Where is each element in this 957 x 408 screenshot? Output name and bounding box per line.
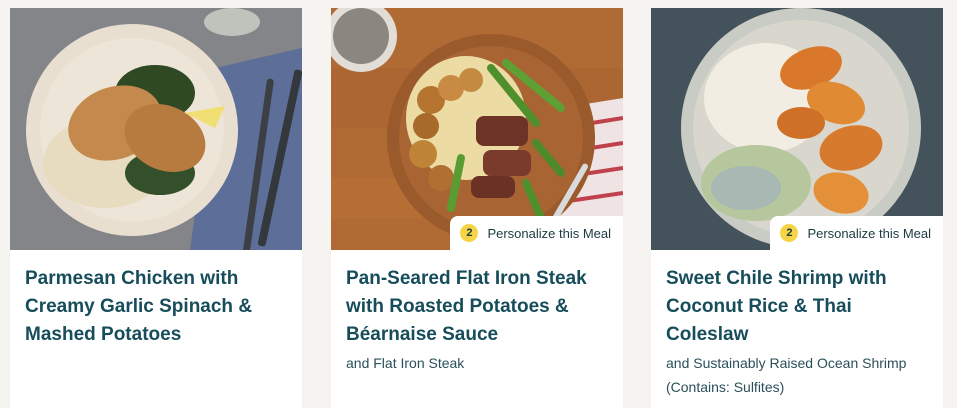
- personalize-meal-badge[interactable]: 2 Personalize this Meal: [450, 216, 623, 250]
- meal-title[interactable]: Parmesan Chicken with Creamy Garlic Spin…: [25, 265, 288, 349]
- personalize-meal-badge[interactable]: 2 Personalize this Meal: [770, 216, 943, 250]
- personalize-count-badge: 2: [780, 224, 799, 242]
- personalize-meal-label: Personalize this Meal: [487, 225, 611, 241]
- meal-title[interactable]: Sweet Chile Shrimp with Coconut Rice & T…: [666, 265, 929, 349]
- meal-subtitle: and Flat Iron Steak: [346, 355, 465, 371]
- meal-card-flat-iron-steak[interactable]: 2 Personalize this Meal Pan-Seared Flat …: [331, 8, 623, 408]
- meal-photo[interactable]: 2 Personalize this Meal: [651, 8, 943, 250]
- meal-card-parmesan-chicken[interactable]: Parmesan Chicken with Creamy Garlic Spin…: [10, 8, 302, 408]
- personalize-meal-label: Personalize this Meal: [807, 225, 931, 241]
- meal-subtitle: and Sustainably Raised Ocean Shrimp (Con…: [666, 355, 907, 395]
- meal-photo[interactable]: 2 Personalize this Meal: [331, 8, 623, 250]
- meal-title[interactable]: Pan-Seared Flat Iron Steak with Roasted …: [346, 265, 609, 349]
- meal-grid: Parmesan Chicken with Creamy Garlic Spin…: [0, 0, 957, 408]
- personalize-count-badge: 2: [460, 224, 479, 242]
- meal-photo[interactable]: [10, 8, 302, 250]
- meal-card-chile-shrimp[interactable]: 2 Personalize this Meal Sweet Chile Shri…: [651, 8, 943, 408]
